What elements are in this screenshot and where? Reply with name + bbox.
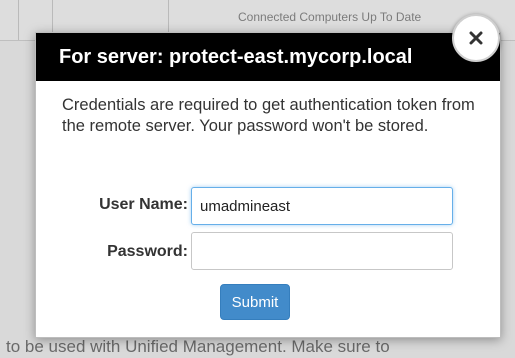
- dialog-title: For server: protect-east.mycorp.local: [59, 46, 413, 68]
- close-icon: [469, 31, 483, 45]
- password-label: Password:: [107, 243, 188, 260]
- dialog-message: Credentials are required to get authenti…: [62, 96, 475, 135]
- credentials-dialog: For server: protect-east.mycorp.local Cr…: [35, 32, 501, 338]
- submit-button[interactable]: Submit: [220, 284, 290, 320]
- username-input[interactable]: [191, 187, 453, 225]
- dialog-header: For server: protect-east.mycorp.local: [36, 33, 500, 81]
- password-input[interactable]: [191, 232, 453, 270]
- username-label: User Name:: [99, 196, 188, 213]
- close-button[interactable]: [452, 14, 500, 62]
